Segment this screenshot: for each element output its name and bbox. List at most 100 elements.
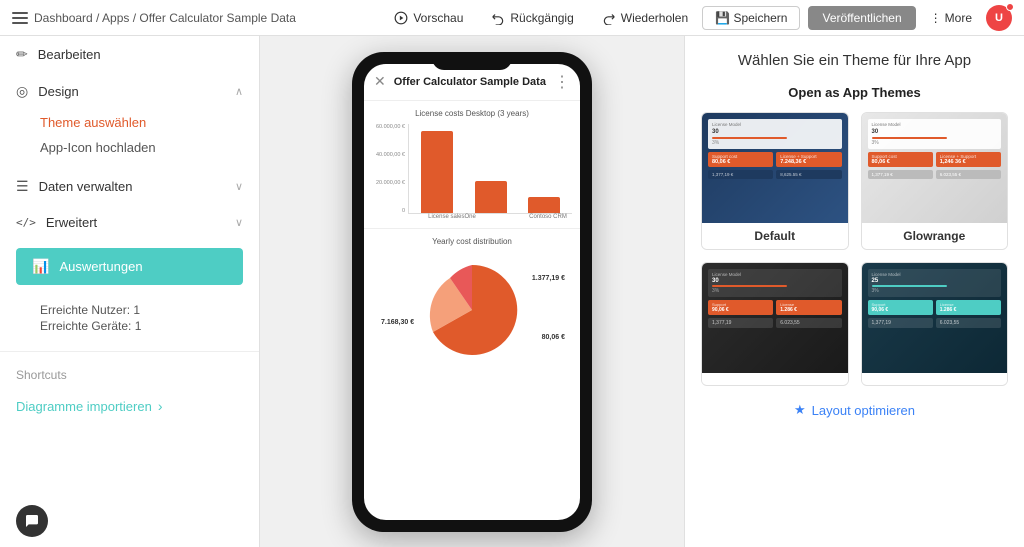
sidebar-item-bearbeiten[interactable]: ✏ Bearbeiten bbox=[0, 36, 259, 73]
divider bbox=[0, 351, 259, 352]
publish-button[interactable]: Veröffentlichen bbox=[808, 6, 915, 30]
sidebar-item-erweitert[interactable]: </> Erweitert ∨ bbox=[0, 205, 259, 240]
more-dots-icon[interactable]: ⋮ bbox=[554, 72, 570, 92]
optimize-label: Layout optimieren bbox=[812, 403, 915, 418]
mini-card: License Model 30 3% bbox=[708, 119, 842, 149]
y-label-1: 60.000,00 € bbox=[372, 124, 405, 130]
x-labels-row: License salesOne Contoso CRM bbox=[372, 214, 572, 220]
bar-chart-title: License costs Desktop (3 years) bbox=[372, 109, 572, 118]
hamburger-icon[interactable] bbox=[12, 12, 28, 24]
design-submenu: Theme auswählen App-Icon hochladen bbox=[0, 110, 259, 168]
design-icon: ◎ bbox=[16, 83, 28, 100]
pie-svg bbox=[422, 260, 522, 360]
x-label-1: License salesOne bbox=[408, 214, 476, 220]
sidebar-item-label: Design bbox=[38, 84, 225, 99]
chevron-up-icon: ∧ bbox=[235, 85, 243, 98]
chart-area-row: 60.000,00 € 40.000,00 € 20.000,00 € 0 bbox=[372, 124, 572, 214]
theme-card-dark[interactable]: License Model 30 3% Support 90,06 € Lice… bbox=[701, 262, 849, 386]
main-layout: ✏ Bearbeiten ◎ Design ∧ Theme auswählen … bbox=[0, 36, 1024, 547]
sidebar-item-daten[interactable]: ☰ Daten verwalten ∨ bbox=[0, 168, 259, 205]
stat-geraete: Erreichte Geräte: 1 bbox=[40, 319, 243, 333]
x-label-2 bbox=[476, 214, 524, 220]
close-icon[interactable]: ✕ bbox=[374, 73, 386, 90]
auswertungen-stats: Erreichte Nutzer: 1 Erreichte Geräte: 1 bbox=[0, 293, 259, 343]
save-button[interactable]: 💾 Speichern bbox=[702, 6, 800, 30]
data-icon: ☰ bbox=[16, 178, 29, 195]
pie-chart-area: Yearly cost distribution 7.168,30 € 80,0… bbox=[364, 229, 580, 520]
theme-card-label-glowrange: Glowrange bbox=[862, 223, 1008, 249]
undo-button[interactable]: Rückgängig bbox=[485, 7, 579, 29]
sidebar-item-design[interactable]: ◎ Design ∧ bbox=[0, 73, 259, 110]
bar-chart-area: License costs Desktop (3 years) 60.000,0… bbox=[364, 101, 580, 229]
stat-nutzer: Erreichte Nutzer: 1 bbox=[40, 303, 243, 317]
y-label-2: 40.000,00 € bbox=[372, 152, 405, 158]
y-label-3: 20.000,00 € bbox=[372, 180, 405, 186]
chat-bubble-button[interactable] bbox=[16, 505, 48, 537]
sidebar-bottom bbox=[0, 495, 259, 547]
import-link[interactable]: Diagramme importieren › bbox=[0, 390, 259, 422]
phone-screen: ✕ Offer Calculator Sample Data ⋮ License… bbox=[364, 64, 580, 520]
right-panel-title: Wählen Sie ein Theme für Ihre App bbox=[701, 52, 1008, 69]
sidebar-item-label: Bearbeiten bbox=[38, 47, 243, 62]
theme-card-glowrange[interactable]: License Model 30 3% Support cost 80,06 € bbox=[861, 112, 1009, 250]
theme-preview-dark: License Model 30 3% Support 90,06 € Lice… bbox=[702, 263, 848, 373]
layout-optimize-button[interactable]: ★ Layout optimieren bbox=[701, 402, 1008, 418]
preview-label: Vorschau bbox=[413, 11, 463, 25]
redo-label: Wiederholen bbox=[621, 11, 688, 25]
bar-2 bbox=[475, 181, 507, 213]
theme-section-title: Open as App Themes bbox=[701, 85, 1008, 100]
breadcrumb: Dashboard / Apps / Offer Calculator Samp… bbox=[34, 11, 296, 25]
x-label-3: Contoso CRM bbox=[524, 214, 572, 220]
phone-frame: ✕ Offer Calculator Sample Data ⋮ License… bbox=[352, 52, 592, 532]
avatar[interactable]: U bbox=[986, 5, 1012, 31]
topbar-center: Vorschau Rückgängig Wiederholen bbox=[388, 7, 694, 29]
bar-group-2 bbox=[467, 181, 515, 213]
y-axis: 60.000,00 € 40.000,00 € 20.000,00 € 0 bbox=[372, 124, 408, 214]
more-button[interactable]: ⋮ More bbox=[924, 7, 978, 29]
topbar: Dashboard / Apps / Offer Calculator Samp… bbox=[0, 0, 1024, 36]
sidebar-item-auswertungen[interactable]: 📊 Auswertungen bbox=[16, 248, 243, 285]
undo-label: Rückgängig bbox=[510, 11, 573, 25]
import-label: Diagramme importieren bbox=[16, 399, 152, 414]
sidebar-item-label: Erweitert bbox=[46, 215, 225, 230]
bar-3 bbox=[528, 197, 560, 213]
bar-1 bbox=[421, 131, 453, 213]
sidebar-sub-item-theme[interactable]: Theme auswählen bbox=[40, 110, 243, 135]
chat-icon bbox=[24, 513, 40, 529]
bar-group-3 bbox=[520, 197, 568, 213]
sidebar: ✏ Bearbeiten ◎ Design ∧ Theme auswählen … bbox=[0, 36, 260, 547]
arrow-right-icon: › bbox=[158, 398, 163, 414]
themes-grid: License Model 30 3% Support cost 80,06 € bbox=[701, 112, 1008, 386]
theme-card-default[interactable]: License Model 30 3% Support cost 80,06 € bbox=[701, 112, 849, 250]
theme-preview-default: License Model 30 3% Support cost 80,06 € bbox=[702, 113, 848, 223]
theme-preview-teal: License Model 25 3% Support 90,06 € Lice… bbox=[862, 263, 1008, 373]
topbar-right: 💾 Speichern Veröffentlichen ⋮ More U bbox=[702, 5, 1012, 31]
mini-card: License Model 30 3% bbox=[868, 119, 1002, 149]
theme-preview-glowrange: License Model 30 3% Support cost 80,06 € bbox=[862, 113, 1008, 223]
chevron-down-icon: ∨ bbox=[235, 216, 243, 229]
shortcuts-label: Shortcuts bbox=[0, 360, 259, 390]
sidebar-item-label: Auswertungen bbox=[59, 259, 227, 274]
avatar-badge bbox=[1006, 3, 1014, 11]
redo-button[interactable]: Wiederholen bbox=[596, 7, 694, 29]
pie-label-2: 80,06 € bbox=[539, 333, 568, 342]
code-icon: </> bbox=[16, 216, 36, 229]
theme-card-teal[interactable]: License Model 25 3% Support 90,06 € Lice… bbox=[861, 262, 1009, 386]
sidebar-item-label: Daten verwalten bbox=[39, 179, 225, 194]
bar-group-1 bbox=[413, 131, 461, 213]
phone-notch bbox=[432, 52, 512, 70]
star-icon: ★ bbox=[794, 402, 806, 418]
theme-card-label-default: Default bbox=[702, 223, 848, 249]
pie-chart-title: Yearly cost distribution bbox=[372, 237, 572, 246]
sidebar-sub-item-icon[interactable]: App-Icon hochladen bbox=[40, 135, 243, 160]
bars-col bbox=[408, 124, 572, 214]
pie-container: 7.168,30 € 80,06 € 1.377,19 € bbox=[372, 250, 572, 370]
topbar-left: Dashboard / Apps / Offer Calculator Samp… bbox=[12, 11, 380, 25]
edit-icon: ✏ bbox=[16, 46, 28, 63]
save-icon: 💾 bbox=[715, 11, 730, 25]
y-label-4: 0 bbox=[372, 208, 405, 214]
theme-card-label-dark bbox=[702, 373, 848, 385]
right-panel: Wählen Sie ein Theme für Ihre App Open a… bbox=[684, 36, 1024, 547]
pie-label-3: 1.377,19 € bbox=[529, 274, 568, 283]
preview-button[interactable]: Vorschau bbox=[388, 7, 469, 29]
